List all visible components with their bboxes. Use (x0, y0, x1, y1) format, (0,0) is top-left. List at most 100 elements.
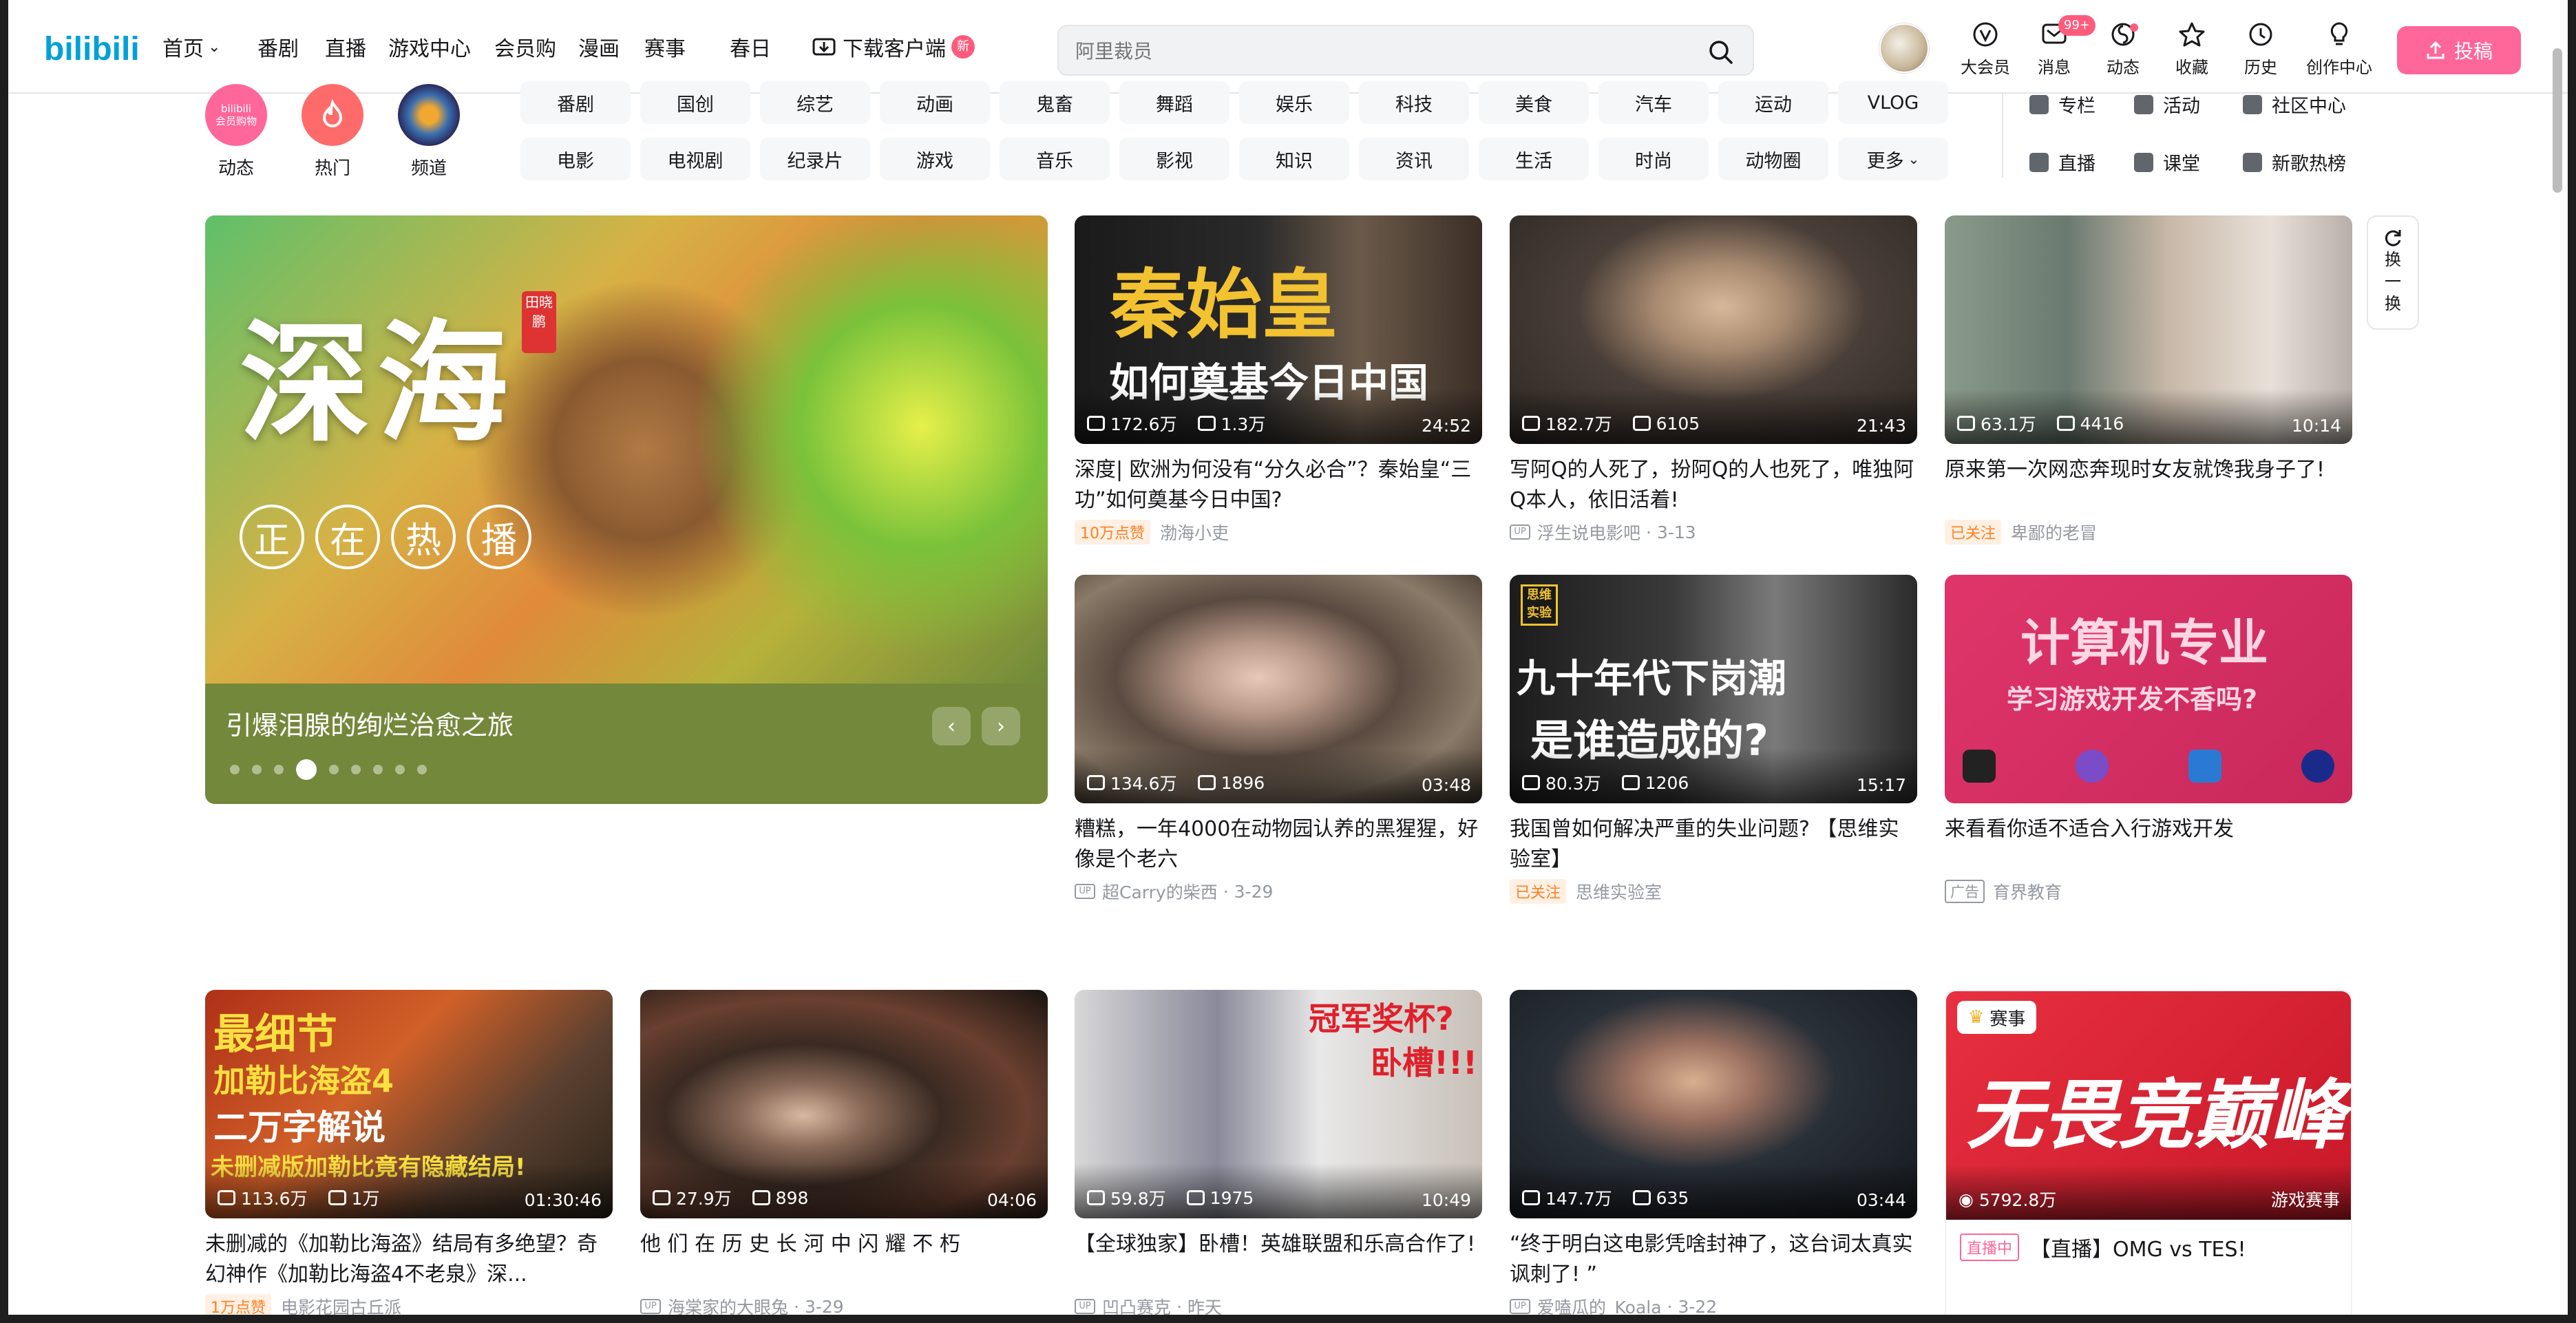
search-icon[interactable] (1707, 39, 1735, 66)
live-title[interactable]: 【直播】OMG vs TES! (2030, 1232, 2246, 1262)
link-hot-songs[interactable]: 新歌热榜 (2243, 149, 2346, 176)
video-author[interactable]: 卑鄙的老冒 (2011, 520, 2097, 544)
category-tag[interactable]: 番剧 (520, 81, 631, 124)
category-tag[interactable]: 纪录片 (760, 138, 870, 180)
video-card[interactable]: 27.9万 898 04:06 他 们 在 历 史 长 河 中 闪 耀 不 朽 U… (640, 990, 1048, 1319)
video-card[interactable]: 秦始皇 如何奠基今日中国 172.6万 1.3万 24:52 深度| 欧洲为何没有… (1075, 215, 1482, 544)
bilibili-logo[interactable]: bilibili (44, 21, 140, 76)
video-card[interactable]: 冠军奖杯? 卧槽!!! 59.8万 1975 10:49 【全球独家】卧槽！英雄联… (1075, 990, 1482, 1319)
video-thumbnail[interactable]: 秦始皇 如何奠基今日中国 172.6万 1.3万 24:52 (1075, 215, 1482, 444)
user-avatar[interactable] (1879, 23, 1929, 73)
nav-live[interactable]: 直播 (325, 0, 366, 94)
category-tag[interactable]: 动物圈 (1718, 138, 1828, 180)
video-card[interactable]: 思维 实验 九十年代下岗潮 是谁造成的? 80.3万 1206 15:17 我国曾如… (1510, 575, 1917, 904)
refresh-button[interactable]: 换 一 换 (2367, 215, 2419, 330)
category-tag[interactable]: 音乐 (1000, 138, 1110, 180)
live-thumbnail[interactable]: ♛ 赛事 无畏竞巅峰 ◉ 5792.8万 游戏赛事 (1946, 991, 2351, 1220)
favorites-button[interactable]: 收藏 (2157, 21, 2226, 83)
channel-channels[interactable] (398, 84, 460, 146)
video-author[interactable]: 思维实验室 (1576, 879, 1662, 904)
dynamic-button[interactable]: 动态 (2089, 21, 2157, 83)
ad-thumbnail[interactable]: 计算机专业 学习游戏开发不香吗? (1945, 575, 2352, 803)
video-thumbnail[interactable]: 147.7万 635 03:44 (1510, 990, 1917, 1218)
creator-center-button[interactable]: 创作中心 (2305, 21, 2374, 83)
banner-prev-button[interactable]: ‹ (932, 707, 971, 745)
category-tag[interactable]: 游戏 (880, 138, 990, 180)
video-title[interactable]: 他 们 在 历 史 长 河 中 闪 耀 不 朽 (640, 1229, 1048, 1290)
banner-dot[interactable] (351, 765, 361, 774)
hero-banner[interactable]: 深海 田晓鹏 正 在 热 播 引爆泪腺的绚烂治愈之旅 ‹ › (205, 215, 1048, 804)
category-tag[interactable]: 国创 (640, 81, 750, 124)
live-card[interactable]: ♛ 赛事 无畏竞巅峰 ◉ 5792.8万 游戏赛事 直播中 【直播】OMG vs T… (1945, 990, 2352, 1323)
category-tag[interactable]: 舞蹈 (1119, 81, 1229, 124)
video-thumbnail[interactable]: 思维 实验 九十年代下岗潮 是谁造成的? 80.3万 1206 15:17 (1510, 575, 1917, 803)
nav-esports[interactable]: 赛事 (644, 0, 686, 94)
vip-button[interactable]: 大会员 (1951, 21, 2020, 83)
banner-dot[interactable] (252, 765, 262, 774)
video-title[interactable]: 【全球独家】卧槽！英雄联盟和乐高合作了! (1075, 1229, 1482, 1290)
banner-dot[interactable] (373, 765, 383, 774)
ad-card[interactable]: 计算机专业 学习游戏开发不香吗? 来看看你适不适合入行游戏开发 广告 育界教育 (1945, 575, 2352, 904)
banner-next-button[interactable]: › (982, 707, 1020, 745)
nav-home[interactable]: 首页 ⌄ (162, 0, 220, 94)
banner-dot[interactable] (417, 765, 427, 774)
video-title[interactable]: 写阿Q的人死了，扮阿Q的人也死了，唯独阿Q本人，依旧活着! (1510, 455, 1917, 516)
video-card[interactable]: 63.1万 4416 10:14 原来第一次网恋奔现时女友就馋我身子了! 已关注卑… (1945, 215, 2352, 544)
category-tag[interactable]: 美食 (1479, 81, 1589, 124)
category-tag[interactable]: 科技 (1359, 81, 1469, 124)
category-tag[interactable]: 鬼畜 (1000, 81, 1110, 124)
ad-title[interactable]: 来看看你适不适合入行游戏开发 (1945, 814, 2352, 875)
banner-title[interactable]: 引爆泪腺的绚烂治愈之旅 (226, 704, 514, 742)
video-card[interactable]: 最细节 加勒比海盗4 二万字解说 未删减版加勒比竟有隐藏结局! 113.6万1万… (205, 990, 613, 1319)
nav-manga[interactable]: 漫画 (578, 0, 620, 94)
ad-advertiser[interactable]: 育界教育 (1993, 879, 2062, 904)
link-column[interactable]: 专栏 (2029, 91, 2095, 118)
banner-dot[interactable] (230, 765, 240, 774)
video-title[interactable]: 我国曾如何解决严重的失业问题? 【思维实验室】 (1510, 814, 1917, 875)
video-card[interactable]: 134.6万 1896 03:48 糟糕，一年4000在动物园认养的黑猩猩，好像是… (1075, 575, 1482, 904)
nav-mall[interactable]: 会员购 (494, 0, 556, 94)
category-tag[interactable]: 知识 (1239, 138, 1349, 180)
link-community[interactable]: 社区中心 (2243, 91, 2346, 118)
category-tag[interactable]: 娱乐 (1239, 81, 1349, 124)
video-title[interactable]: 原来第一次网恋奔现时女友就馋我身子了! (1945, 455, 2352, 516)
category-tag[interactable]: 汽车 (1598, 81, 1709, 124)
video-thumbnail[interactable]: 最细节 加勒比海盗4 二万字解说 未删减版加勒比竟有隐藏结局! 113.6万1万… (205, 990, 613, 1218)
nav-bangumi[interactable]: 番剧 (257, 0, 299, 94)
category-tag[interactable]: 运动 (1718, 81, 1828, 124)
video-thumbnail[interactable]: 63.1万 4416 10:14 (1945, 215, 2352, 444)
video-title[interactable]: “终于明白这电影凭啥封神了，这台词太真实讽刺了! ” (1510, 1229, 1917, 1290)
download-client-link[interactable]: 下载客户端 新 (812, 0, 975, 94)
category-tag[interactable]: 综艺 (760, 81, 870, 124)
video-author[interactable]: 浮生说电影吧 (1537, 520, 1640, 544)
link-activity[interactable]: 活动 (2134, 91, 2200, 118)
video-title[interactable]: 未删减的《加勒比海盗》结局有多绝望？奇幻神作《加勒比海盗4不老泉》深... (205, 1229, 613, 1290)
category-tag[interactable]: 生活 (1479, 138, 1589, 180)
category-tag[interactable]: 时尚 (1598, 138, 1709, 180)
more-categories-button[interactable]: 更多 ⌄ (1838, 138, 1948, 180)
category-tag[interactable]: 影视 (1119, 138, 1229, 180)
nav-game-center[interactable]: 游戏中心 (388, 0, 471, 94)
category-tag[interactable]: 电影 (520, 138, 631, 180)
video-card[interactable]: 182.7万 6105 21:43 写阿Q的人死了，扮阿Q的人也死了，唯独阿Q本人… (1510, 215, 1917, 544)
nav-spring[interactable]: 春日 (730, 0, 771, 94)
video-thumbnail[interactable]: 182.7万 6105 21:43 (1510, 215, 1917, 444)
category-tag[interactable]: 资讯 (1359, 138, 1469, 180)
video-thumbnail[interactable]: 134.6万 1896 03:48 (1075, 575, 1482, 803)
history-button[interactable]: 历史 (2226, 21, 2295, 83)
video-thumbnail[interactable]: 冠军奖杯? 卧槽!!! 59.8万 1975 10:49 (1075, 990, 1482, 1218)
channel-dynamic[interactable]: bilibili 会员购物 (205, 84, 267, 146)
category-tag[interactable]: 电视剧 (640, 138, 750, 180)
link-classroom[interactable]: 课堂 (2134, 149, 2200, 176)
video-author[interactable]: 渤海小吏 (1160, 520, 1229, 544)
message-button[interactable]: 消息 99+ (2020, 15, 2095, 83)
banner-dot[interactable] (274, 765, 284, 774)
page-scrollbar[interactable] (2553, 48, 2562, 193)
link-live[interactable]: 直播 (2029, 149, 2095, 176)
upload-button[interactable]: 投稿 (2397, 26, 2521, 74)
search-input[interactable] (1075, 37, 1681, 65)
banner-dot[interactable] (296, 759, 317, 780)
video-title[interactable]: 糟糕，一年4000在动物园认养的黑猩猩，好像是个老六 (1075, 814, 1482, 875)
video-author[interactable]: 超Carry的柴西 (1102, 879, 1218, 904)
banner-dot[interactable] (329, 765, 339, 774)
